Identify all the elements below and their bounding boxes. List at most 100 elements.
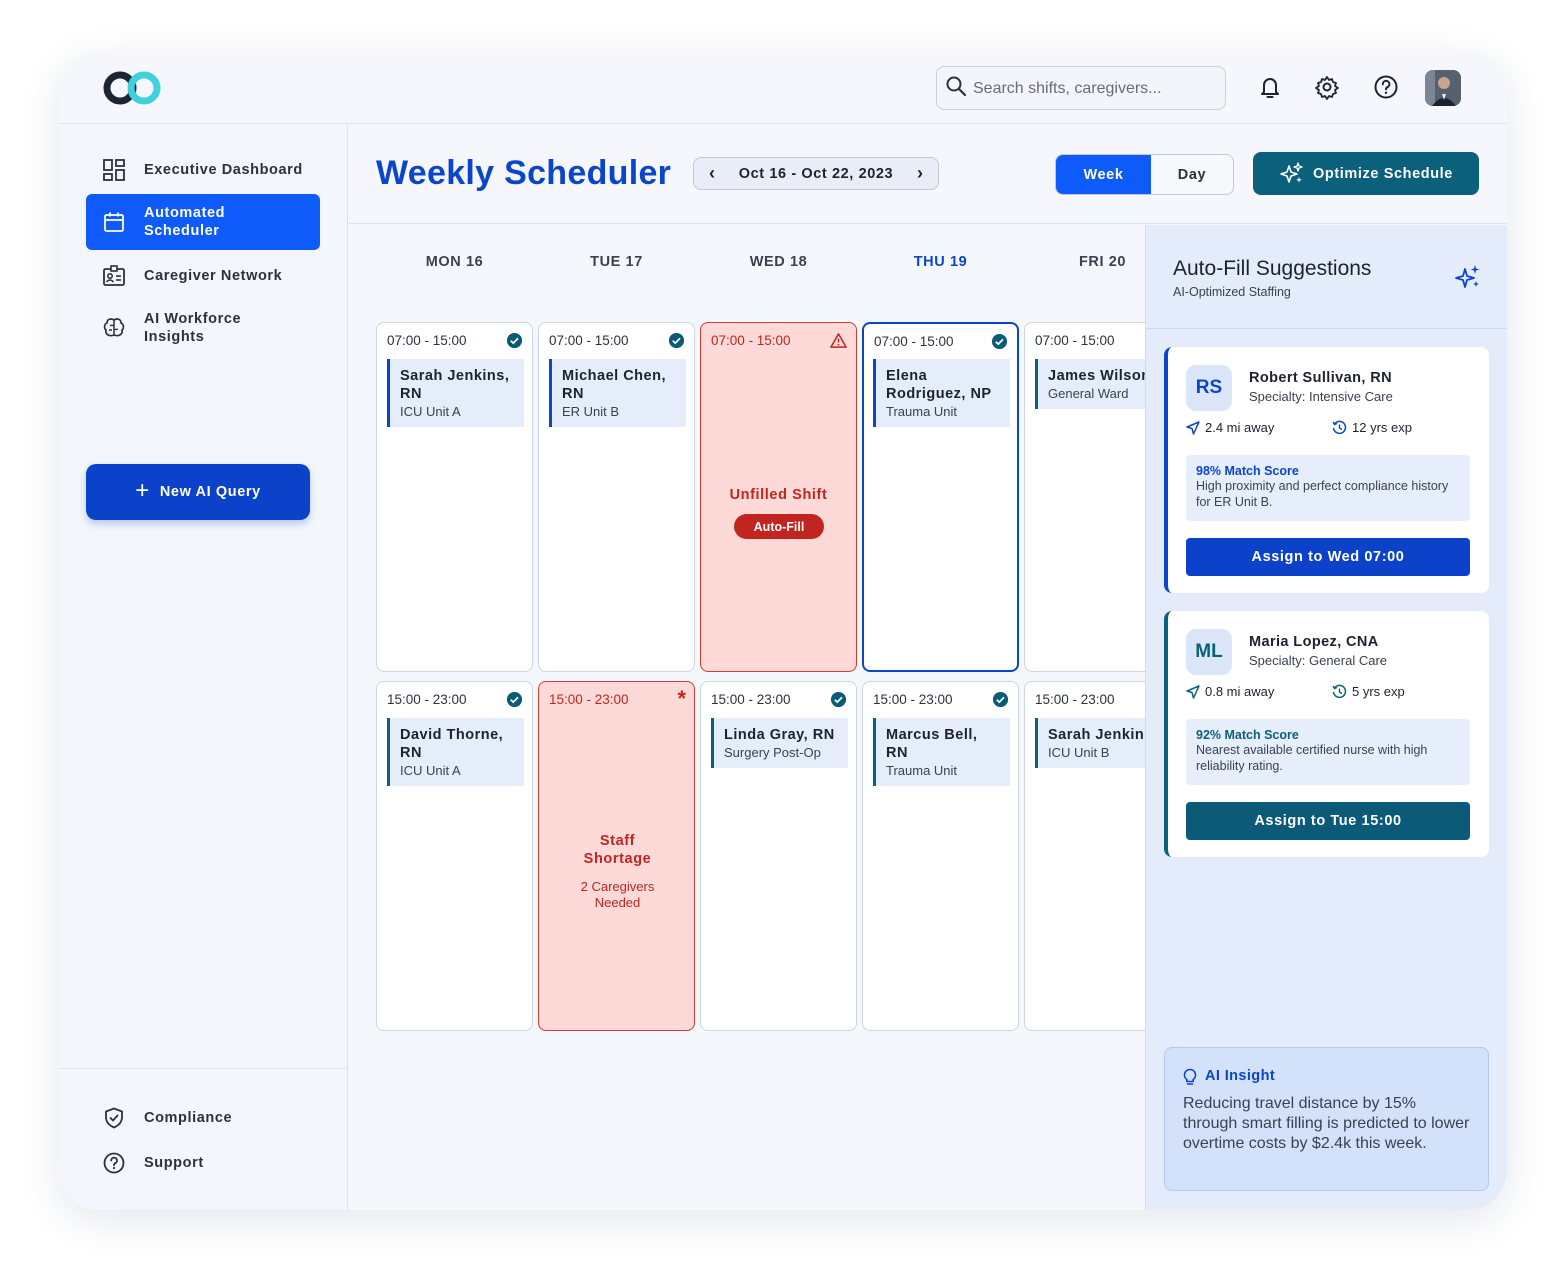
assigned-caregiver[interactable]: Sarah Jenkins, RN ICU Unit A: [387, 359, 524, 427]
id-card-icon: [103, 265, 125, 286]
shift-cell-selected[interactable]: 07:00 - 15:00 Elena Rodriguez, NP Trauma…: [862, 322, 1019, 672]
asterisk-icon: *: [677, 686, 686, 711]
verified-icon: [830, 691, 847, 708]
ai-insight-text: Reducing travel distance by 15% through …: [1183, 1095, 1470, 1152]
distance-meta: 2.4 mi away: [1186, 420, 1274, 435]
view-day-button[interactable]: Day: [1151, 155, 1233, 194]
search-input[interactable]: [973, 77, 1213, 101]
caregiver-unit: ICU Unit B: [1048, 745, 1110, 760]
caregiver-name: David Thorne, RN: [400, 727, 504, 761]
lightbulb-icon: [1183, 1068, 1197, 1085]
shift-time: 15:00 - 23:00: [549, 692, 629, 707]
sparkle-icon: [1455, 265, 1480, 288]
shift-cell[interactable]: 15:00 - 23:00 Sarah Jenkins, RN ICU Unit…: [1024, 681, 1145, 1031]
nav-ai-workforce-insights[interactable]: AI Workforce Insights: [86, 306, 320, 350]
nav-label: Support: [144, 1155, 204, 1171]
distance-label: 0.8 mi away: [1205, 684, 1275, 699]
caregiver-name: Linda Gray, RN: [724, 727, 835, 743]
shift-cell[interactable]: 07:00 - 15:00 James Wilson, RN General W…: [1024, 322, 1145, 672]
panel-header: Auto-Fill Suggestions AI-Optimized Staff…: [1146, 225, 1507, 329]
suggestion-card[interactable]: ML Maria Lopez, CNA Specialty: General C…: [1164, 611, 1489, 857]
shift-time: 07:00 - 15:00: [1035, 333, 1115, 348]
shift-cell[interactable]: 15:00 - 23:00 Linda Gray, RN Surgery Pos…: [700, 681, 857, 1031]
view-week-button[interactable]: Week: [1056, 155, 1151, 194]
shift-time: 07:00 - 15:00: [549, 333, 629, 348]
user-avatar[interactable]: [1425, 70, 1461, 106]
suggestion-specialty: Specialty: Intensive Care: [1249, 389, 1393, 404]
optimize-schedule-button[interactable]: Optimize Schedule: [1253, 152, 1479, 195]
shift-time: 07:00 - 15:00: [874, 334, 954, 349]
app-logo[interactable]: [103, 70, 163, 106]
assigned-caregiver[interactable]: James Wilson, RN General Ward: [1035, 359, 1145, 409]
brain-icon: [103, 318, 125, 337]
caregiver-name: Sarah Jenkins, RN: [1048, 727, 1145, 743]
match-score: 92% Match Score: [1196, 728, 1299, 742]
new-ai-query-label: New AI Query: [159, 484, 261, 500]
experience-label: 5 yrs exp: [1352, 684, 1405, 699]
assigned-caregiver[interactable]: Marcus Bell, RN Trauma Unit: [873, 718, 1010, 786]
assign-button[interactable]: Assign to Wed 07:00: [1186, 538, 1470, 576]
nav-compliance[interactable]: Compliance: [86, 1104, 320, 1132]
match-reason: High proximity and perfect compliance hi…: [1196, 479, 1449, 509]
bell-icon[interactable]: [1257, 74, 1283, 100]
dashboard-icon: [103, 159, 125, 181]
match-reason: Nearest available certified nurse with h…: [1196, 743, 1428, 773]
sparkle-icon: [1280, 161, 1303, 183]
nav-caregiver-network[interactable]: Caregiver Network: [86, 262, 320, 290]
history-icon: [1332, 684, 1347, 699]
gear-icon[interactable]: [1314, 74, 1340, 100]
help-icon[interactable]: [1373, 74, 1399, 100]
experience-meta: 5 yrs exp: [1332, 684, 1405, 699]
navigation-icon: [1186, 420, 1200, 435]
verified-icon: [506, 691, 523, 708]
history-icon: [1332, 420, 1347, 435]
shift-cell[interactable]: 07:00 - 15:00 Michael Chen, RN ER Unit B: [538, 322, 695, 672]
assigned-caregiver[interactable]: Elena Rodriguez, NP Trauma Unit: [873, 359, 1010, 427]
assign-button[interactable]: Assign to Tue 15:00: [1186, 802, 1470, 840]
shift-time: 07:00 - 15:00: [387, 333, 467, 348]
unfilled-shift-cell[interactable]: 07:00 - 15:00 Unfilled Shift Auto-Fill: [700, 322, 857, 672]
calendar-icon: [104, 212, 124, 232]
caregiver-name: James Wilson, RN: [1048, 368, 1145, 384]
match-score: 98% Match Score: [1196, 464, 1299, 478]
assigned-caregiver[interactable]: Sarah Jenkins, RN ICU Unit B: [1035, 718, 1145, 768]
shift-cell[interactable]: 15:00 - 23:00 David Thorne, RN ICU Unit …: [376, 681, 533, 1031]
new-ai-query-button[interactable]: + New AI Query: [86, 464, 310, 520]
experience-meta: 12 yrs exp: [1332, 420, 1412, 435]
sidebar: Executive Dashboard Automated Scheduler …: [59, 124, 348, 1210]
suggestion-card[interactable]: RS Robert Sullivan, RN Specialty: Intens…: [1164, 347, 1489, 593]
ai-insight-title: AI Insight: [1205, 1068, 1276, 1084]
assigned-caregiver[interactable]: Linda Gray, RN Surgery Post-Op: [711, 718, 848, 768]
caregiver-unit: Trauma Unit: [886, 763, 958, 778]
shift-cell[interactable]: 15:00 - 23:00 Marcus Bell, RN Trauma Uni…: [862, 681, 1019, 1031]
match-score-box: 92% Match Score Nearest available certif…: [1186, 719, 1470, 785]
nav-automated-scheduler[interactable]: Automated Scheduler: [86, 194, 320, 250]
assigned-caregiver[interactable]: Michael Chen, RN ER Unit B: [549, 359, 686, 427]
assigned-caregiver[interactable]: David Thorne, RN ICU Unit A: [387, 718, 524, 786]
match-score-box: 98% Match Score High proximity and perfe…: [1186, 455, 1470, 521]
caregiver-unit: ER Unit B: [562, 404, 620, 419]
panel-subtitle: AI-Optimized Staffing: [1173, 285, 1291, 299]
unfilled-shift-label: Unfilled Shift: [729, 487, 828, 503]
auto-fill-button[interactable]: Auto-Fill: [734, 514, 824, 539]
distance-label: 2.4 mi away: [1205, 420, 1275, 435]
verified-icon: [506, 332, 523, 349]
shift-time: 07:00 - 15:00: [711, 333, 791, 348]
caregiver-initials: ML: [1186, 629, 1232, 675]
staff-shortage-cell[interactable]: 15:00 - 23:00 * Staff Shortage 2 Caregiv…: [538, 681, 695, 1031]
caregiver-name: Sarah Jenkins, RN: [400, 368, 510, 402]
date-range-picker[interactable]: ‹ Oct 16 - Oct 22, 2023 ›: [693, 157, 939, 190]
auto-fill-panel: Auto-Fill Suggestions AI-Optimized Staff…: [1145, 225, 1507, 1210]
day-header: MON 16: [425, 254, 484, 270]
shift-cell[interactable]: 07:00 - 15:00 Sarah Jenkins, RN ICU Unit…: [376, 322, 533, 672]
search-bar[interactable]: [936, 66, 1226, 110]
plus-icon: +: [135, 476, 150, 504]
chevron-left-icon[interactable]: ‹: [704, 163, 720, 184]
chevron-right-icon[interactable]: ›: [912, 163, 928, 184]
nav-executive-dashboard[interactable]: Executive Dashboard: [86, 156, 320, 184]
nav-label: AI Workforce Insights: [144, 311, 242, 345]
nav-support[interactable]: Support: [86, 1149, 320, 1177]
caregiver-initials: RS: [1186, 365, 1232, 411]
ai-insight-box: AI Insight Reducing travel distance by 1…: [1164, 1047, 1489, 1191]
suggestion-name: Maria Lopez, CNA: [1249, 634, 1379, 650]
